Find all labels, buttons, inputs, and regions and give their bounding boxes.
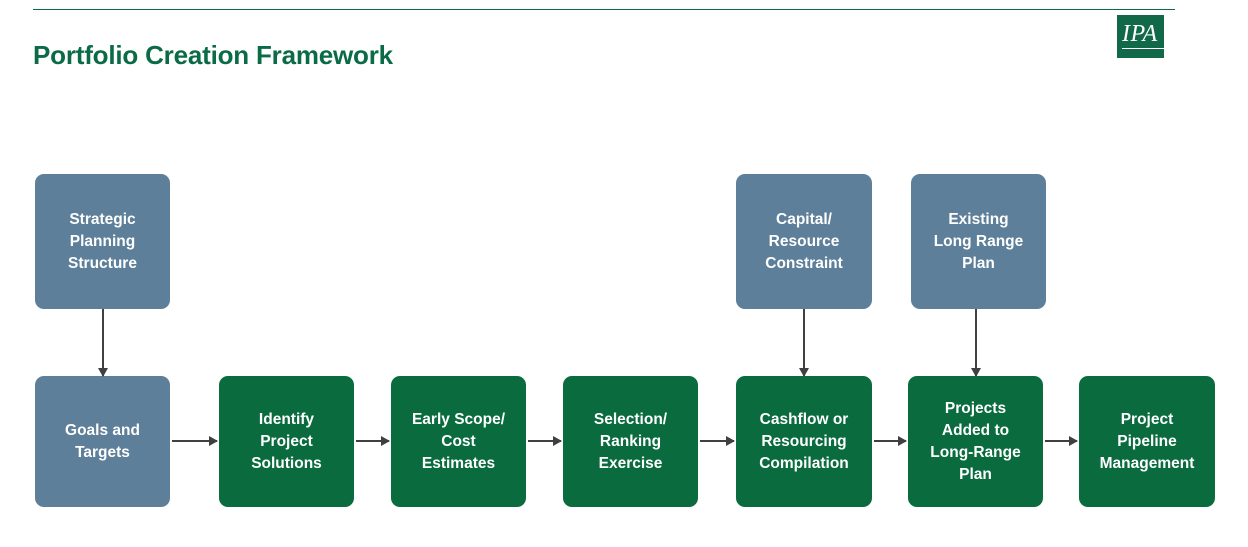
node-projects-added-to-long-range-plan[interactable]: Projects Added to Long-Range Plan xyxy=(908,376,1043,507)
node-identify-project-solutions[interactable]: Identify Project Solutions xyxy=(219,376,354,507)
node-strategic-planning-structure[interactable]: Strategic Planning Structure xyxy=(35,174,170,309)
connector-capital-resource-constraint-to-cashflow-or-resourcing-compilation xyxy=(799,309,809,377)
connector-selection-ranking-exercise-to-cashflow-or-resourcing-compilation xyxy=(700,436,735,446)
connector-identify-project-solutions-to-early-scope-cost-estimates xyxy=(356,436,390,446)
node-label: Projects Added to Long-Range Plan xyxy=(930,399,1021,483)
ipa-logo-text: IPA xyxy=(1122,21,1158,47)
node-label: Selection/ Ranking Exercise xyxy=(593,410,668,472)
node-selection-ranking-exercise[interactable]: Selection/ Ranking Exercise xyxy=(563,376,698,507)
node-label: Identify Project Solutions xyxy=(251,410,322,472)
node-cashflow-or-resourcing-compilation[interactable]: Cashflow or Resourcing Compilation xyxy=(736,376,872,507)
node-label: Existing Long Range Plan xyxy=(933,210,1024,272)
connector-strategic-planning-structure-to-goals-and-targets xyxy=(98,309,108,377)
connector-projects-added-to-long-range-plan-to-project-pipeline-management xyxy=(1045,436,1078,446)
connector-cashflow-or-resourcing-compilation-to-projects-added-to-long-range-plan xyxy=(874,436,907,446)
node-existing-long-range-plan[interactable]: Existing Long Range Plan xyxy=(911,174,1046,309)
node-project-pipeline-management[interactable]: Project Pipeline Management xyxy=(1079,376,1215,507)
ipa-logo: IPA xyxy=(1117,15,1175,58)
node-label: Cashflow or Resourcing Compilation xyxy=(759,410,849,472)
connector-existing-long-range-plan-to-projects-added-to-long-range-plan xyxy=(971,309,981,377)
node-capital-resource-constraint[interactable]: Capital/ Resource Constraint xyxy=(736,174,872,309)
node-label: Capital/ Resource Constraint xyxy=(765,210,843,272)
header-divider-rule xyxy=(33,9,1175,10)
ipa-logo-underline xyxy=(1122,48,1175,49)
node-early-scope-cost-estimates[interactable]: Early Scope/ Cost Estimates xyxy=(391,376,526,507)
node-label: Project Pipeline Management xyxy=(1099,410,1195,472)
connector-early-scope-cost-estimates-to-selection-ranking-exercise xyxy=(528,436,562,446)
node-label: Goals and Targets xyxy=(65,421,140,461)
node-label: Early Scope/ Cost Estimates xyxy=(411,410,506,472)
node-label: Strategic Planning Structure xyxy=(68,210,137,272)
connector-goals-and-targets-to-identify-project-solutions xyxy=(172,436,218,446)
node-goals-and-targets[interactable]: Goals and Targets xyxy=(35,376,170,507)
page-title: Portfolio Creation Framework xyxy=(33,40,393,71)
